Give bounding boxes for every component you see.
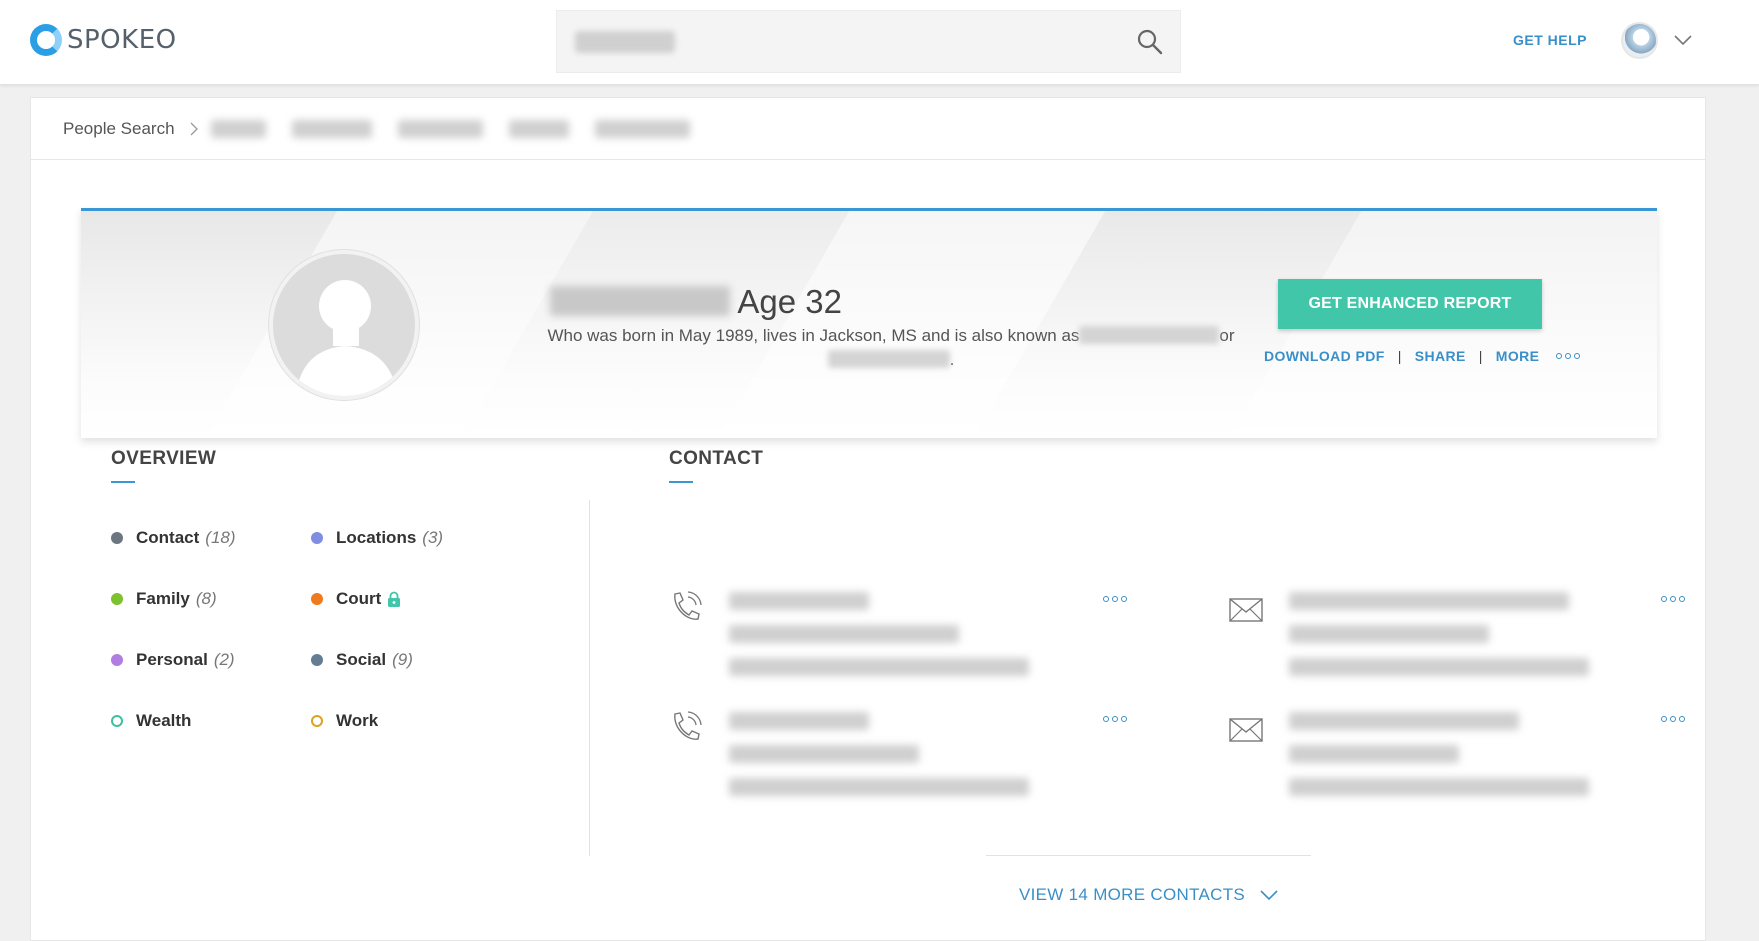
age-text: Age 32 <box>737 283 842 320</box>
more-dots-icon[interactable] <box>1556 353 1581 359</box>
phone-entry-redacted <box>729 712 1029 811</box>
overview-item-wealth[interactable]: Wealth <box>111 711 191 731</box>
chevron-down-icon <box>1260 890 1278 901</box>
summary-end: . <box>949 350 955 369</box>
profile-banner: Age 32 Who was born in May 1989, lives i… <box>81 208 1657 438</box>
overview-item-personal[interactable]: Personal (2) <box>111 650 235 670</box>
overview-label: Social <box>336 650 387 669</box>
view-more-contacts-link[interactable]: VIEW 14 MORE CONTACTS <box>1019 885 1279 905</box>
overview-item-contact[interactable]: Contact (18) <box>111 528 236 548</box>
overview-title: OVERVIEW <box>111 448 217 469</box>
personal-dot-icon <box>111 654 123 666</box>
alias-redacted <box>827 350 950 368</box>
overview-label: Contact <box>136 528 200 547</box>
summary-prefix: Who was born in May 1989, lives in Jacks… <box>547 326 1080 345</box>
brand-name: SPOKEO <box>67 25 177 55</box>
profile-summary: Who was born in May 1989, lives in Jacks… <box>501 324 1281 372</box>
profile-placeholder-avatar <box>269 250 419 400</box>
overview-count: (9) <box>392 650 413 669</box>
get-help-link[interactable]: GET HELP <box>1513 32 1587 48</box>
family-dot-icon <box>111 593 123 605</box>
chevron-down-icon[interactable] <box>1671 28 1695 52</box>
breadcrumb-people-search[interactable]: People Search <box>63 119 175 139</box>
overview-item-social[interactable]: Social (9) <box>311 650 413 670</box>
envelope-icon <box>1229 598 1263 622</box>
breadcrumb: People Search <box>31 98 1705 160</box>
overview-label: Family <box>136 589 190 608</box>
summary-or: or <box>1219 326 1235 345</box>
divider: | <box>1397 348 1402 364</box>
wealth-ring-icon <box>111 715 123 727</box>
overview-label: Wealth <box>136 711 192 730</box>
overview-item-work[interactable]: Work <box>311 711 378 731</box>
overview-item-locations[interactable]: Locations (3) <box>311 528 443 548</box>
overview-count: (3) <box>422 528 444 547</box>
search-query-redacted <box>575 31 675 53</box>
get-enhanced-report-button[interactable]: GET ENHANCED REPORT <box>1278 279 1542 329</box>
contact-underline <box>669 481 693 483</box>
profile-heading: Age 32 <box>81 283 1131 321</box>
overview-underline <box>111 481 135 483</box>
overview-count: (2) <box>213 650 235 669</box>
name-redacted <box>550 286 731 316</box>
overview-item-court[interactable]: Court <box>311 589 401 609</box>
search-input[interactable] <box>556 10 1181 73</box>
share-link[interactable]: SHARE <box>1415 348 1466 364</box>
contact-title: CONTACT <box>669 448 764 469</box>
overview-label: Personal <box>136 650 208 669</box>
court-dot-icon <box>311 593 323 605</box>
logo-icon <box>30 24 62 56</box>
search-icon[interactable] <box>1136 28 1164 56</box>
report-card: People Search Age 32 Who was born in May… <box>30 97 1706 941</box>
envelope-icon <box>1229 718 1263 742</box>
top-bar: SPOKEO GET HELP <box>0 0 1759 85</box>
social-dot-icon <box>311 654 323 666</box>
email-options-dots-icon[interactable] <box>1661 716 1685 722</box>
phone-icon <box>674 591 702 620</box>
phone-options-dots-icon[interactable] <box>1103 716 1127 722</box>
download-pdf-link[interactable]: DOWNLOAD PDF <box>1264 348 1385 364</box>
overview-count: (18) <box>205 528 236 547</box>
email-options-dots-icon[interactable] <box>1661 596 1685 602</box>
divider: | <box>1478 348 1483 364</box>
overview-label: Work <box>336 711 379 730</box>
chevron-right-icon <box>190 122 198 135</box>
phone-options-dots-icon[interactable] <box>1103 596 1127 602</box>
alias-redacted <box>1079 326 1220 344</box>
report-actions: DOWNLOAD PDF | SHARE | MORE <box>1264 348 1581 364</box>
phone-entry-redacted <box>729 592 1029 691</box>
work-ring-icon <box>311 715 323 727</box>
email-entry-redacted <box>1289 592 1589 691</box>
locations-dot-icon <box>311 532 323 544</box>
email-entry-redacted <box>1289 712 1589 811</box>
more-link[interactable]: MORE <box>1496 348 1540 364</box>
overview-count: (8) <box>195 589 217 608</box>
phone-icon <box>674 711 702 740</box>
user-avatar[interactable] <box>1621 22 1658 59</box>
section-divider <box>589 500 590 856</box>
spokeo-logo[interactable]: SPOKEO <box>30 22 177 58</box>
overview-label: Court <box>336 589 382 608</box>
person-silhouette-icon <box>295 280 398 396</box>
overview-item-family[interactable]: Family (8) <box>111 589 217 609</box>
breadcrumb-redacted-path <box>210 119 690 138</box>
lock-icon <box>388 591 401 607</box>
contact-dot-icon <box>111 532 123 544</box>
view-more-label: VIEW 14 MORE CONTACTS <box>1019 885 1246 904</box>
view-more-divider <box>986 855 1311 856</box>
overview-label: Locations <box>336 528 417 547</box>
